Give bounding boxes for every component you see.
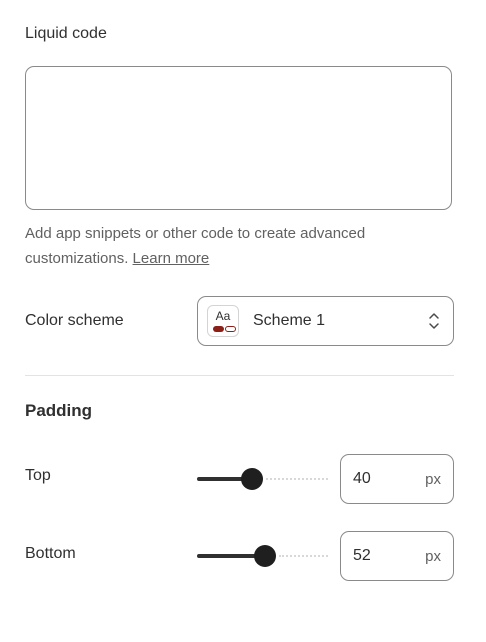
padding-bottom-label: Bottom — [25, 545, 76, 562]
padding-top-value: 40 — [353, 470, 371, 487]
padding-bottom-unit: px — [425, 547, 441, 565]
chevron-up-down-icon — [429, 313, 439, 329]
swatch-secondary-button — [225, 326, 236, 332]
slider-thumb[interactable] — [254, 545, 276, 567]
padding-bottom-value: 52 — [353, 547, 371, 564]
liquid-code-textarea[interactable] — [25, 66, 452, 210]
liquid-code-help: Add app snippets or other code to create… — [25, 221, 405, 271]
slider-track-empty — [279, 555, 328, 557]
padding-bottom-slider[interactable] — [197, 544, 328, 568]
section-divider — [25, 375, 454, 376]
color-scheme-swatch: Aa — [207, 305, 239, 337]
padding-top-label: Top — [25, 467, 51, 484]
liquid-code-label: Liquid code — [25, 25, 107, 42]
color-scheme-select[interactable]: Aa Scheme 1 — [197, 296, 454, 346]
padding-top-unit: px — [425, 470, 441, 488]
learn-more-link[interactable]: Learn more — [133, 250, 210, 267]
swatch-sample-text: Aa — [215, 309, 231, 323]
padding-top-input[interactable]: 40 px — [340, 454, 454, 504]
slider-track-empty — [266, 478, 328, 480]
color-scheme-label: Color scheme — [25, 312, 124, 329]
padding-bottom-input[interactable]: 52 px — [340, 531, 454, 581]
padding-top-slider[interactable] — [197, 467, 328, 491]
padding-heading: Padding — [25, 401, 93, 420]
swatch-primary-button — [213, 326, 224, 332]
color-scheme-value: Scheme 1 — [253, 312, 326, 329]
slider-thumb[interactable] — [241, 468, 263, 490]
